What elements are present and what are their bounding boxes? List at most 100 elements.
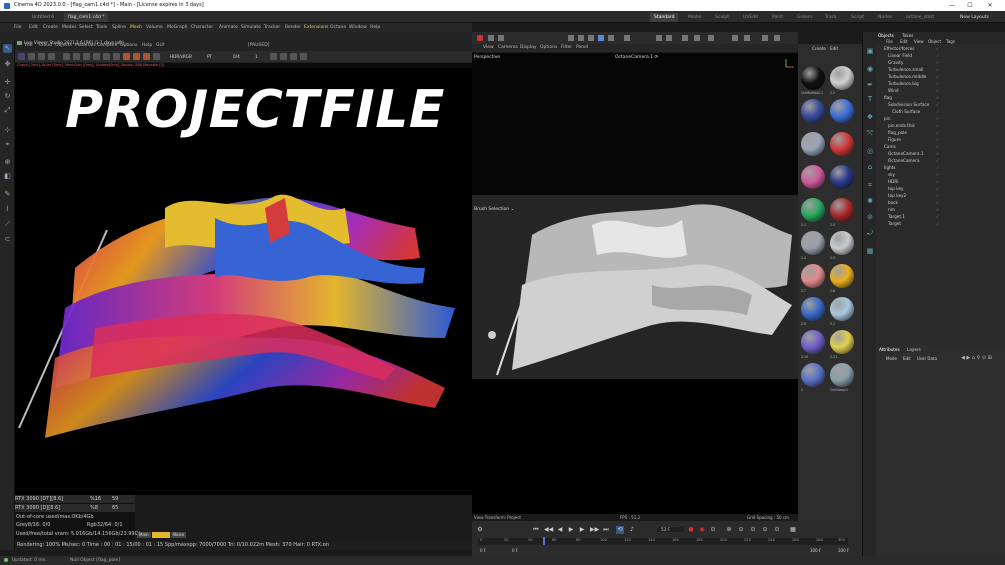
visibility-check-icon[interactable]: ✓ <box>936 95 939 101</box>
value-field-1[interactable]: 0/4 <box>233 54 240 59</box>
tab-attributes[interactable]: Attributes <box>879 347 900 352</box>
object-row[interactable]: Turbulence.big ✓ <box>876 81 1005 87</box>
object-row[interactable]: sky ✓ <box>876 172 1005 178</box>
point-mode-icon[interactable] <box>578 35 584 41</box>
object-row[interactable]: back ✓ <box>876 200 1005 206</box>
uv-mode-icon[interactable] <box>608 35 614 41</box>
menu-help[interactable]: Help <box>370 23 380 32</box>
key-rotation-icon[interactable]: ⊙ <box>737 526 745 534</box>
next-frame-icon[interactable]: ▶ <box>578 526 586 534</box>
goto-end-icon[interactable]: ⏭ <box>602 526 610 534</box>
kernel-select[interactable]: PT <box>207 54 212 59</box>
sphere-primitive-icon[interactable]: ◉ <box>865 64 875 74</box>
menu-file[interactable]: File <box>14 23 22 32</box>
menu-mograph[interactable]: MoGraph <box>167 23 187 32</box>
pause-icon[interactable] <box>38 53 45 60</box>
save-image-icon[interactable] <box>300 53 307 60</box>
camera-icon[interactable] <box>290 53 297 60</box>
camera-object-icon[interactable]: ⌗ <box>865 180 875 190</box>
object-row[interactable]: top key ✓ <box>876 186 1005 192</box>
visibility-check-icon[interactable]: ✓ <box>936 88 939 94</box>
doc-tab-flag-cam[interactable]: flag_cam1.c4d * <box>64 13 109 22</box>
visibility-check-icon[interactable]: ✓ <box>936 46 939 52</box>
play-icon[interactable]: ▶ <box>567 526 575 534</box>
view-icon[interactable] <box>153 53 160 60</box>
object-row[interactable]: Linear Field ✓ <box>876 53 1005 59</box>
prev-key-icon[interactable]: ◀◀ <box>544 526 553 534</box>
material-swatch[interactable] <box>830 231 854 255</box>
layout-tab-nodes[interactable]: Nodes <box>878 13 892 22</box>
layout-tab-uvedit[interactable]: UVEdit <box>743 13 758 22</box>
lv-menu-gui[interactable]: GUI <box>156 43 164 48</box>
object-row[interactable]: Target ✓ <box>876 221 1005 227</box>
menu-select[interactable]: Select <box>79 23 93 32</box>
next-key-icon[interactable]: ▶▶ <box>590 526 599 534</box>
rotate-icon[interactable]: ↻ <box>3 92 12 101</box>
object-row[interactable]: top key2 ✓ <box>876 193 1005 199</box>
restart-icon[interactable] <box>28 53 35 60</box>
visibility-check-icon[interactable]: ✓ <box>936 165 939 171</box>
preview-end-field[interactable]: 300 F <box>810 548 821 553</box>
material-swatch[interactable] <box>801 231 825 255</box>
preview-start-field[interactable]: 0 F <box>512 548 518 553</box>
object-row[interactable]: pin.ends.this ✓ <box>876 123 1005 129</box>
layout-tab-paint[interactable]: Paint <box>772 13 783 22</box>
brush-icon[interactable]: ⌇ <box>3 205 12 214</box>
edge-mode-icon[interactable] <box>588 35 594 41</box>
object-row[interactable]: Gravity ✓ <box>876 60 1005 66</box>
object-row[interactable]: Wind ✓ <box>876 88 1005 94</box>
color-mode-select[interactable]: HDR/sRGB <box>170 54 192 59</box>
render-view-icon[interactable] <box>656 35 662 41</box>
vp-menu-cameras[interactable]: Cameras <box>498 44 518 52</box>
visibility-check-icon[interactable]: ✓ <box>936 116 939 122</box>
layout-tab-standard[interactable]: Standard <box>650 13 679 22</box>
object-row[interactable]: HDRi ✓ <box>876 179 1005 185</box>
timeline-ruler[interactable]: 0 20 40 60 80 100 120 140 160 180 200 22… <box>478 537 848 545</box>
lv-menu-objects[interactable]: Objects <box>55 43 72 48</box>
object-row[interactable]: flag ✓ <box>876 95 1005 101</box>
move-tool-icon[interactable]: ↖ <box>3 44 12 53</box>
lv-menu-file[interactable]: File <box>25 43 33 48</box>
knife-icon[interactable]: ⟋ <box>3 220 12 229</box>
vp-menu-filter[interactable]: Filter <box>561 44 572 52</box>
menu-character[interactable]: Character <box>191 23 213 32</box>
object-row[interactable]: Turbulence.small ✓ <box>876 67 1005 73</box>
lv-menu-help[interactable]: Help <box>142 43 152 48</box>
object-row[interactable]: OctaneCamera ✓ <box>876 158 1005 164</box>
timeline-view-icon[interactable]: ▦ <box>789 526 797 534</box>
object-row[interactable]: Effector/forces ✓ <box>876 46 1005 52</box>
mat-menu-edit[interactable]: Edit <box>830 46 838 51</box>
visibility-check-icon[interactable]: ✓ <box>936 207 939 213</box>
perspective-viewport[interactable]: Perspective OctaneCamera.1 ⟳ <box>472 53 798 195</box>
mat-menu-create[interactable]: Create <box>812 46 826 51</box>
undo-icon[interactable] <box>488 35 494 41</box>
visibility-check-icon[interactable]: ✓ <box>936 137 939 143</box>
obj-menu-edit[interactable]: Edit <box>900 39 908 44</box>
record-icon[interactable] <box>477 35 483 41</box>
deformer-icon[interactable]: ⤲ <box>865 128 875 138</box>
scene-icon[interactable]: ⌂ <box>865 162 875 172</box>
camera-toolbar-icon[interactable] <box>762 35 768 41</box>
material-swatch[interactable] <box>830 99 854 123</box>
menu-tools[interactable]: Tools <box>96 23 107 32</box>
visibility-check-icon[interactable]: ✓ <box>936 74 939 80</box>
layer-icon[interactable] <box>113 53 120 60</box>
clay-icon[interactable] <box>93 53 100 60</box>
menu-animate[interactable]: Animate <box>219 23 238 32</box>
vp-menu-options[interactable]: Options <box>540 44 557 52</box>
grid-icon[interactable] <box>270 53 277 60</box>
visibility-check-icon[interactable]: ✓ <box>936 221 939 227</box>
object-row[interactable]: Turbulence.middle ✓ <box>876 74 1005 80</box>
obj-menu-view[interactable]: View <box>914 39 924 44</box>
subdivision-icon[interactable] <box>732 35 738 41</box>
tab-objects[interactable]: Objects <box>878 33 894 38</box>
lv-menu-cloud[interactable]: Cloud <box>39 43 52 48</box>
menu-octane[interactable]: Octane <box>330 23 346 32</box>
layout-tab-sculpt[interactable]: Sculpt <box>715 13 729 22</box>
material-swatch[interactable] <box>830 330 854 354</box>
tab-layers[interactable]: Layers <box>907 347 921 352</box>
object-row[interactable]: rim ✓ <box>876 207 1005 213</box>
start-frame-field[interactable]: 0 F <box>480 548 486 553</box>
playhead[interactable] <box>543 537 545 545</box>
visibility-check-icon[interactable]: ✓ <box>936 186 939 192</box>
